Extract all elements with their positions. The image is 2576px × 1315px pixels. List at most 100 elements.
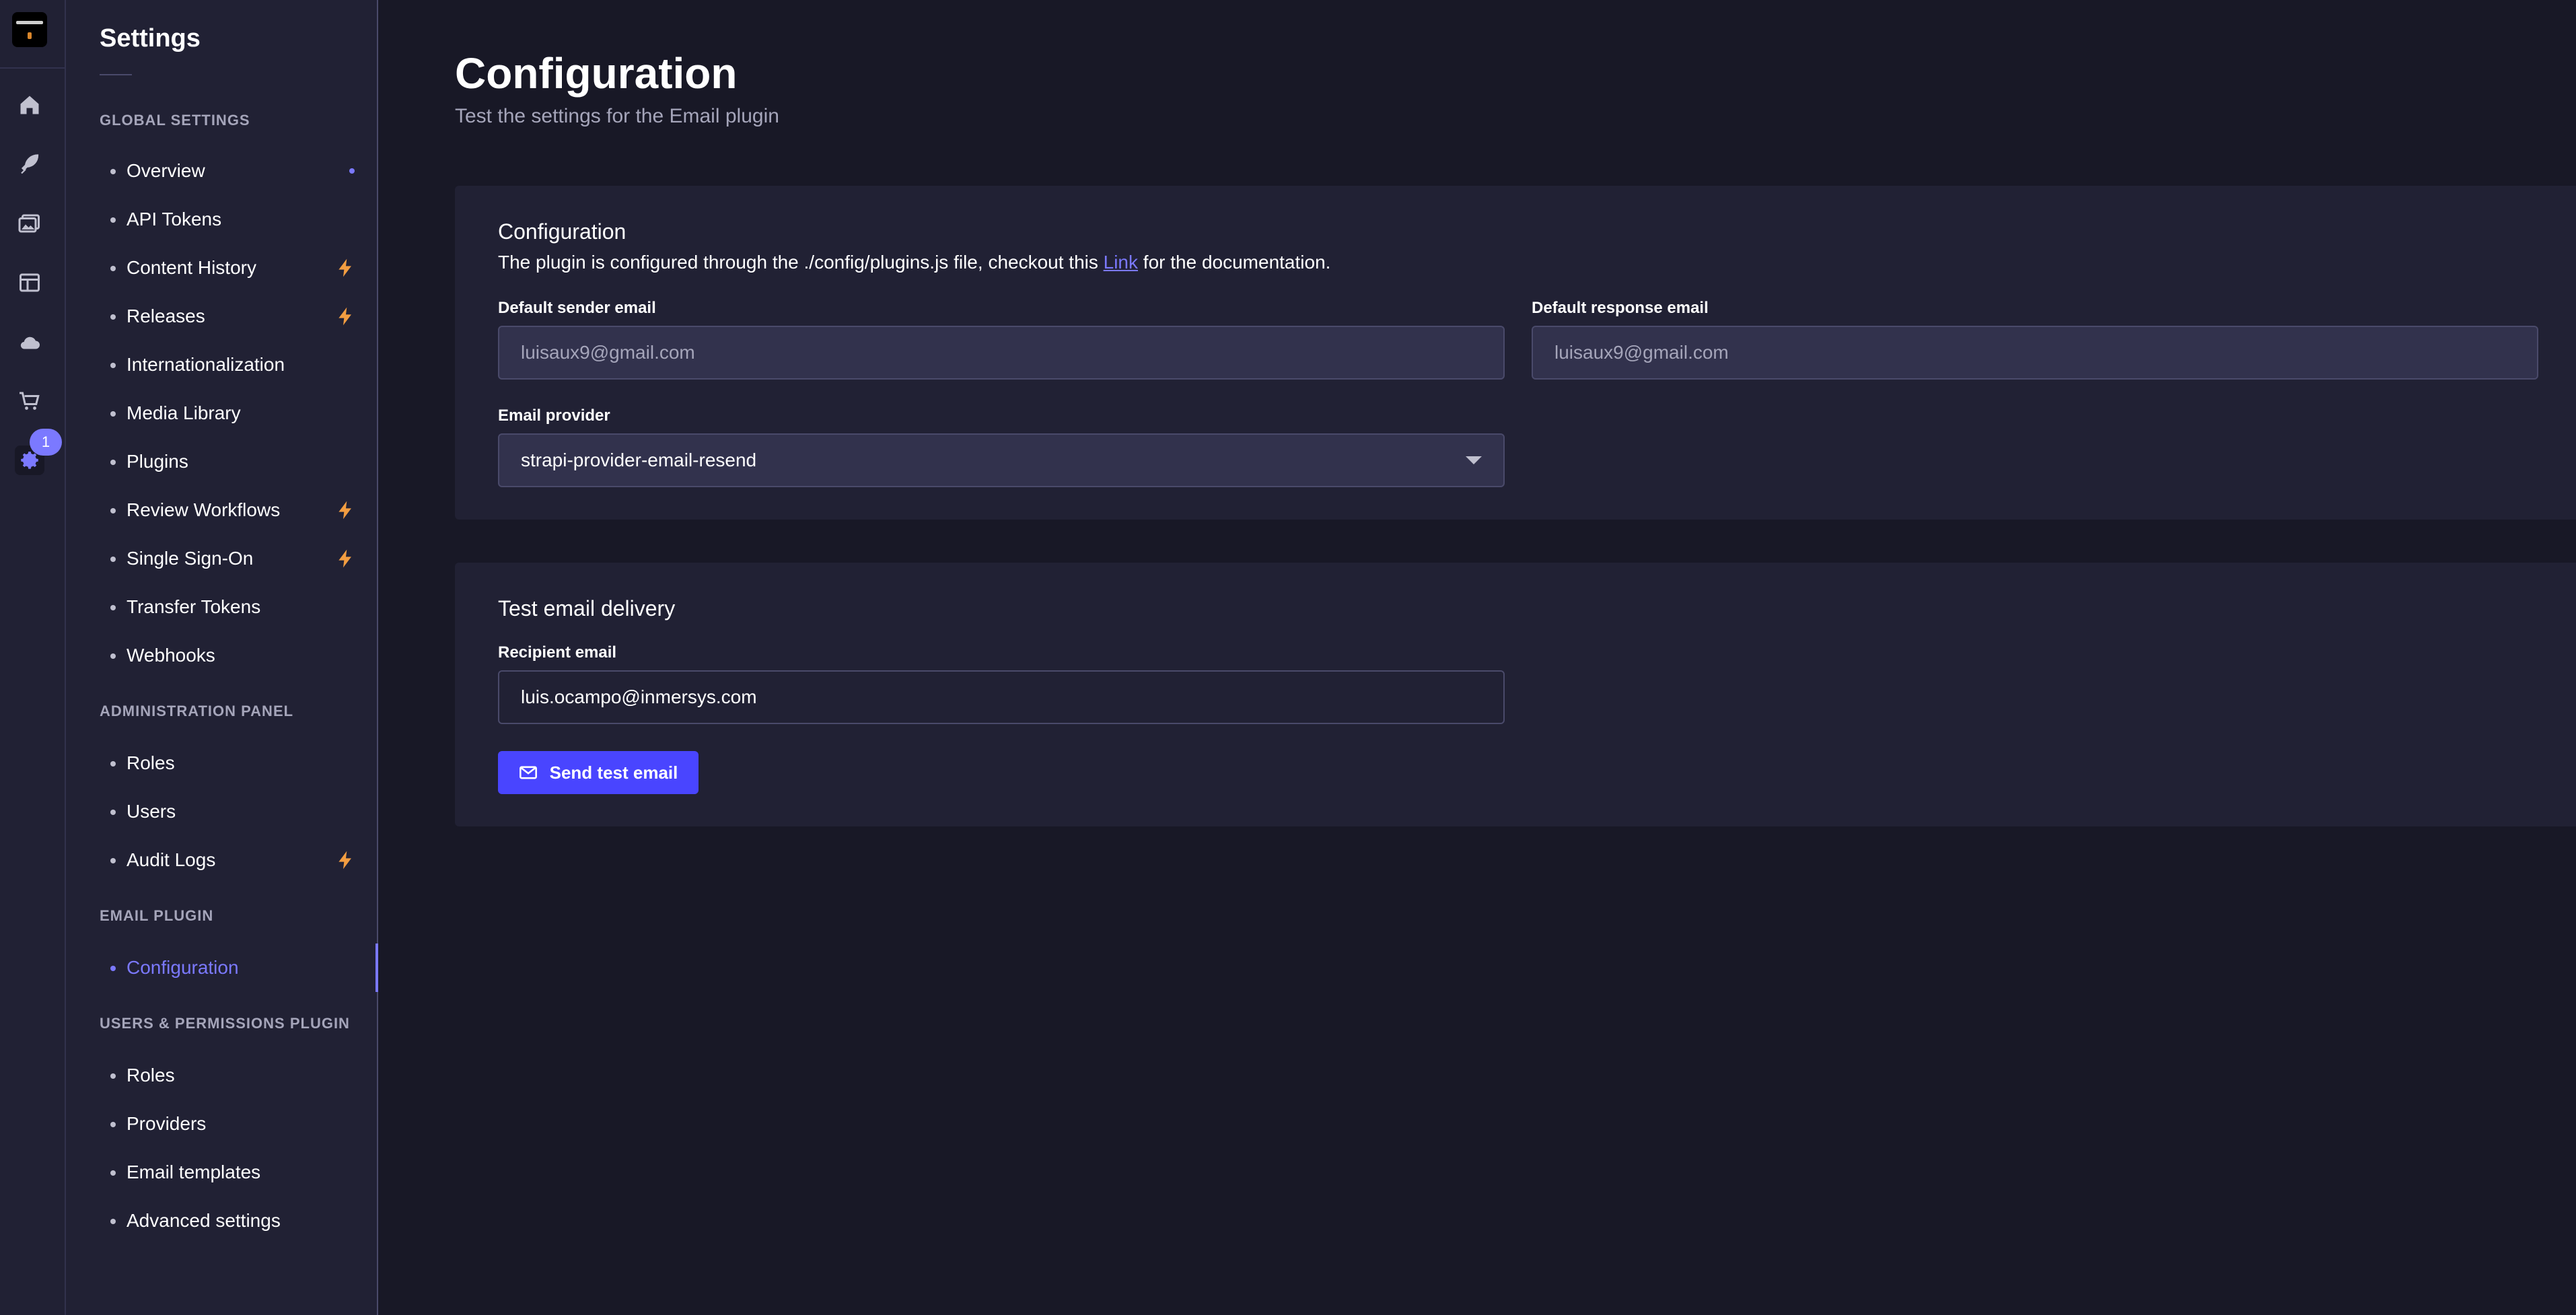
email-provider-value: strapi-provider-email-resend: [521, 450, 757, 470]
bullet-icon: [110, 314, 116, 320]
bullet-icon: [110, 653, 116, 659]
bullet-icon: [110, 508, 116, 513]
sidebar-item-admin-audit-logs[interactable]: Audit Logs: [66, 836, 377, 884]
bullet-icon: [110, 605, 116, 610]
sidebar-item-label: Configuration: [127, 957, 239, 978]
sidebar-item-global-releases[interactable]: Releases: [66, 292, 377, 341]
workspace-logo[interactable]: [12, 12, 47, 47]
main-nav-rail: 1: [0, 0, 66, 1315]
sidebar-item-label: Audit Logs: [127, 849, 216, 870]
email-provider-select[interactable]: strapi-provider-email-resend: [498, 433, 1505, 487]
configuration-card: Configuration The plugin is configured t…: [455, 186, 2576, 520]
bullet-icon: [110, 557, 116, 562]
recipient-email-label: Recipient email: [498, 643, 617, 662]
send-test-email-button[interactable]: Send test email: [498, 751, 699, 794]
bullet-icon: [110, 761, 116, 767]
settings-sidebar: Settings Global Settings Overview API Tok…: [66, 0, 378, 1315]
documentation-link[interactable]: Link: [1104, 252, 1138, 273]
configuration-description: The plugin is configured through the ./c…: [498, 252, 1330, 273]
sidebar-item-label: Providers: [127, 1113, 207, 1134]
bullet-icon: [110, 1073, 116, 1079]
sidebar-item-label: Single Sign-On: [127, 548, 254, 569]
lightning-icon: [335, 548, 357, 569]
sidebar-item-label: Transfer Tokens: [127, 596, 261, 617]
section-global-settings: Global Settings: [100, 112, 250, 129]
bullet-icon: [110, 1122, 116, 1127]
sidebar-item-label: Roles: [127, 752, 175, 773]
bullet-icon: [110, 810, 116, 815]
bullet-icon: [110, 217, 116, 223]
home-icon[interactable]: [15, 90, 44, 120]
main-content: Configuration Test the settings for the …: [380, 0, 2576, 1315]
sidebar-item-label: Review Workflows: [127, 499, 281, 520]
lightning-icon: [335, 306, 357, 327]
sidebar-item-label: Overview: [127, 160, 205, 181]
send-test-email-label: Send test email: [549, 762, 678, 783]
sidebar-title-divider: [100, 74, 132, 75]
images-icon[interactable]: [15, 209, 44, 238]
page-title: Configuration: [455, 49, 738, 98]
feather-icon[interactable]: [15, 149, 44, 179]
sidebar-item-admin-users[interactable]: Users: [66, 787, 377, 836]
bullet-icon: [110, 1170, 116, 1176]
section-administration-panel: Administration Panel: [100, 703, 294, 719]
bullet-icon: [110, 169, 116, 174]
email-provider-label: Email provider: [498, 406, 610, 425]
mail-icon: [519, 766, 537, 779]
sidebar-item-global-plugins[interactable]: Plugins: [66, 437, 377, 486]
sidebar-item-label: Advanced settings: [127, 1210, 281, 1231]
sidebar-item-label: Internationalization: [127, 354, 285, 375]
layout-icon[interactable]: [15, 268, 44, 297]
bullet-icon: [110, 858, 116, 863]
sender-email-label: Default sender email: [498, 299, 656, 317]
sidebar-item-email-configuration[interactable]: Configuration: [66, 944, 378, 992]
sidebar-item-global-content-history[interactable]: Content History: [66, 244, 377, 292]
sidebar-item-users-roles[interactable]: Roles: [66, 1051, 377, 1100]
sidebar-item-global-review-workflows[interactable]: Review Workflows: [66, 486, 377, 534]
sidebar-item-global-transfer-tokens[interactable]: Transfer Tokens: [66, 583, 377, 631]
sidebar-item-users-email-templates[interactable]: Email templates: [66, 1148, 377, 1197]
sidebar-item-label: Users: [127, 801, 176, 822]
sidebar-title: Settings: [100, 24, 201, 52]
cart-icon[interactable]: [15, 386, 44, 416]
bullet-icon: [110, 363, 116, 368]
sidebar-item-label: Email templates: [127, 1162, 261, 1182]
description-text: The plugin is configured through the ./c…: [498, 252, 1104, 273]
active-indicator: [375, 944, 378, 992]
sidebar-item-global-single-sign-on[interactable]: Single Sign-On: [66, 534, 377, 583]
lightning-icon: [335, 499, 357, 521]
sidebar-item-users-advanced-settings[interactable]: Advanced settings: [66, 1197, 377, 1245]
test-email-heading: Test email delivery: [498, 596, 676, 620]
recipient-email-input[interactable]: [498, 670, 1505, 724]
chevron-down-icon: [1466, 456, 1482, 464]
bullet-icon: [110, 966, 116, 971]
sidebar-item-global-api-tokens[interactable]: API Tokens: [66, 195, 377, 244]
response-email-field: luisaux9@gmail.com: [1532, 326, 2538, 380]
sidebar-item-users-providers[interactable]: Providers: [66, 1100, 377, 1148]
sidebar-item-global-overview[interactable]: Overview: [66, 147, 377, 195]
sidebar-item-label: Content History: [127, 257, 256, 278]
sidebar-item-label: Plugins: [127, 451, 188, 472]
sidebar-item-admin-roles[interactable]: Roles: [66, 739, 377, 787]
sidebar-item-global-webhooks[interactable]: Webhooks: [66, 631, 377, 680]
description-text-end: for the documentation.: [1138, 252, 1331, 273]
cloud-icon[interactable]: [15, 327, 44, 357]
sidebar-item-label: Webhooks: [127, 645, 215, 666]
section-email-plugin: Email Plugin: [100, 907, 214, 924]
sidebar-item-global-media-library[interactable]: Media Library: [66, 389, 377, 437]
configuration-heading: Configuration: [498, 219, 627, 244]
response-email-label: Default response email: [1532, 299, 1709, 317]
lightning-icon: [335, 849, 357, 871]
logo-mark: [16, 21, 43, 24]
sidebar-item-label: API Tokens: [127, 209, 222, 229]
sidebar-item-label: Media Library: [127, 402, 241, 423]
lightning-icon: [335, 257, 357, 279]
test-email-card: Test email delivery Recipient email Send…: [455, 563, 2576, 826]
logo-flame: [28, 32, 32, 39]
bullet-icon: [110, 411, 116, 417]
bullet-icon: [110, 460, 116, 465]
sidebar-item-global-internationalization[interactable]: Internationalization: [66, 341, 377, 389]
page-subtitle: Test the settings for the Email plugin: [455, 105, 779, 127]
rail-divider: [0, 67, 66, 69]
notification-badge: 1: [30, 429, 62, 456]
